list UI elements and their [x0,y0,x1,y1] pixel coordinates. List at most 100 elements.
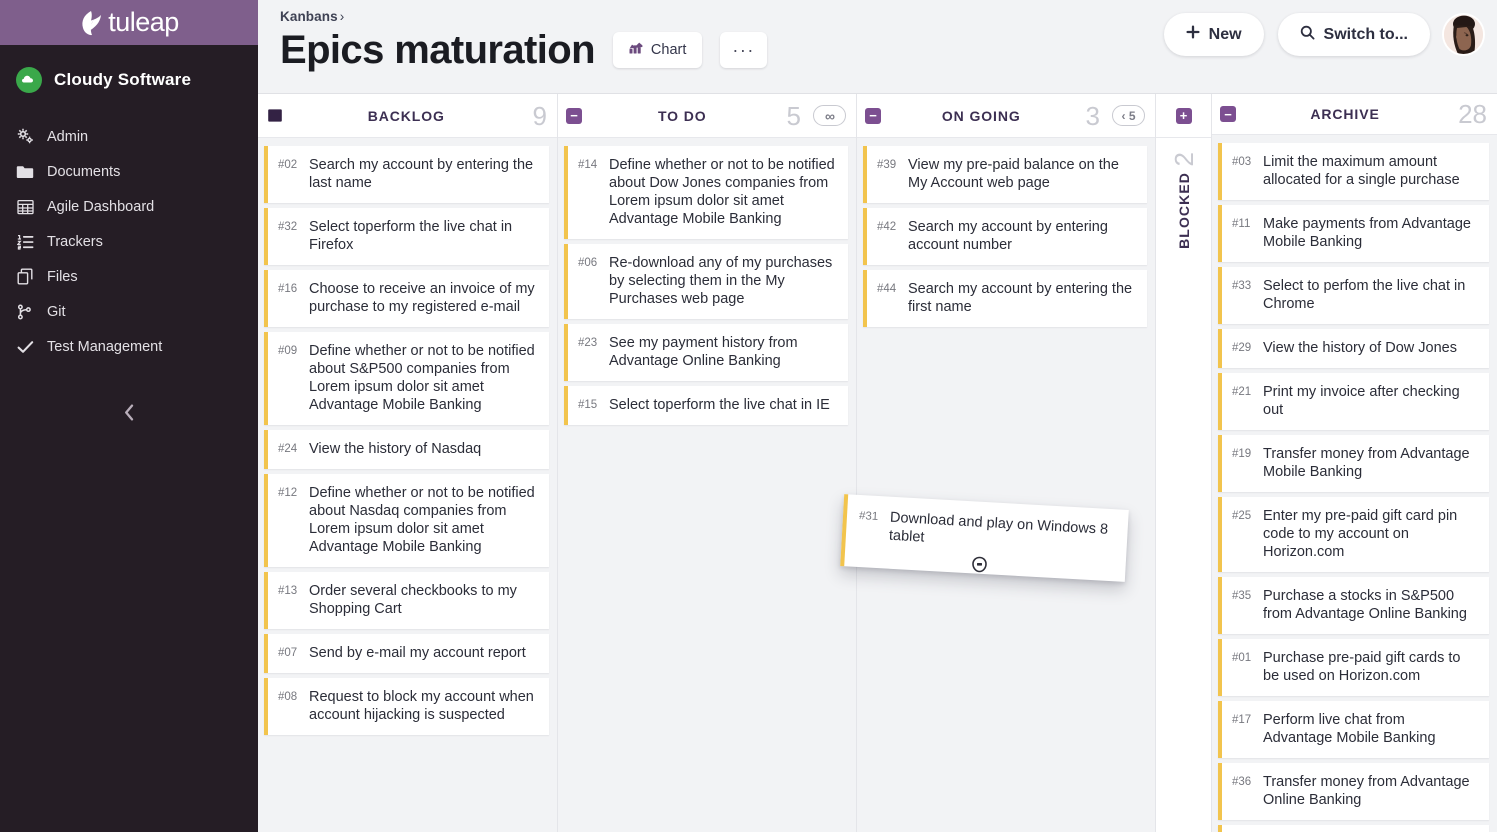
avatar[interactable] [1444,15,1483,54]
project-name: Cloudy Software [54,70,192,89]
more-options-button[interactable]: ··· [720,32,767,68]
card-id: #08 [278,690,298,703]
sidebar-collapse-button[interactable] [0,400,258,430]
column-collapsed-body: 2 BLOCKED [1156,138,1211,832]
card[interactable]: #36 Transfer money from Advantage Online … [1218,763,1489,821]
sidebar-item-label: Git [47,303,66,320]
card-title: Send by e-mail my account report [309,645,526,661]
card[interactable]: #19 Transfer money from Advantage Mobile … [1218,435,1489,493]
column-count: 9 [532,100,547,131]
column-header-archive[interactable]: − ARCHIVE 28 [1212,94,1497,136]
card-id: #01 [1232,651,1252,664]
card[interactable]: #33 Select to perfom the live chat in Chr… [1218,267,1489,325]
collapse-column-icon[interactable]: − [865,107,881,124]
card[interactable]: #39Perform live chat from Advantage Onli… [1218,825,1489,832]
tuleap-logo[interactable]: tuleap [79,9,179,36]
card[interactable]: #24 View the history of Nasdaq [264,430,549,469]
grid-icon [16,198,34,216]
sidebar-item-label: Agile Dashboard [47,198,155,215]
card[interactable]: #29 View the history of Dow Jones [1218,329,1489,369]
card-title: Transfer money from Advantage Online Ban… [1263,774,1470,809]
card-id: #35 [1232,589,1252,602]
new-button[interactable]: New [1163,13,1264,56]
card-id: #09 [278,344,298,357]
kanban-board: BACKLOG 9 #02 Search my account by enteri… [258,94,1497,832]
expand-column-icon[interactable]: + [1175,107,1192,124]
card-id: #21 [1232,385,1252,398]
switch-to-button[interactable]: Switch to... [1277,13,1430,56]
wip-limit-badge[interactable]: ‹ 5 [1112,105,1145,126]
card[interactable]: #01 Purchase pre-paid gift cards to be us… [1218,639,1489,697]
card[interactable]: #39 View my pre-paid balance on the My Ac… [863,146,1147,203]
sidebar: tuleap Cloudy Software Admin Documents A… [0,0,258,832]
card[interactable]: #06 Re-download any of my purchases by se… [564,244,848,319]
card-id: #06 [578,256,598,269]
card[interactable]: #32 Select toperform the live chat in Fir… [264,208,549,265]
sidebar-item-label: Files [47,268,78,285]
card-id: #19 [1232,447,1252,460]
column-blocked-collapsed[interactable]: + 2 BLOCKED [1156,94,1212,832]
card[interactable]: #09 Define whether or not to be notified … [264,332,549,425]
card[interactable]: #07 Send by e-mail my account report [264,634,549,673]
card[interactable]: #25 Enter my pre-paid gift card pin code … [1218,497,1489,573]
card-title: View the history of Nasdaq [309,441,482,457]
title-line: Epics maturation Chart ··· [280,26,767,74]
wip-limit-badge[interactable]: ∞ [813,105,846,126]
sidebar-item-files[interactable]: Files [0,259,258,294]
card-title: View the history of Dow Jones [1263,340,1457,357]
card[interactable]: #35 Purchase a stocks in S&P500 from Adva… [1218,577,1489,635]
card-id: #33 [1232,279,1252,292]
collapse-column-icon[interactable]: − [1220,106,1236,123]
card-id: #13 [278,584,298,597]
column-count: 3 [1085,100,1100,131]
card[interactable]: #15 Select toperform the live chat in IE [564,386,848,425]
card-title: Enter my pre-paid gift card pin code to … [1263,508,1458,561]
card[interactable]: #13 Order several checkbooks to my Shoppi… [264,572,549,629]
column-cards-todo: #14 Define whether or not to be notified … [558,138,856,832]
page-title: Epics maturation [280,28,596,72]
card-title: Re-download any of my purchases by selec… [609,255,833,307]
card[interactable]: #44 Search my account by entering the fir… [863,270,1147,327]
card[interactable]: #14 Define whether or not to be notified … [564,146,848,239]
breadcrumb-chevron: › [339,9,345,24]
chart-button[interactable]: Chart [612,32,703,68]
collapse-column-icon[interactable]: − [566,107,582,124]
card-id: #44 [877,282,897,295]
column-header-todo[interactable]: − TO DO 5 ∞ [558,94,856,138]
card-id: #11 [1232,217,1251,230]
card[interactable]: #42 Search my account by entering account… [863,208,1147,265]
card-title: Search my account by entering account nu… [908,219,1108,253]
card-id: #39 [877,158,897,171]
project-header[interactable]: Cloudy Software [0,45,258,115]
column-title: BLOCKED [1175,172,1192,250]
sidebar-item-label: Admin [47,128,89,145]
card[interactable]: #21 Print my invoice after checking out [1218,373,1489,431]
card-title: Choose to receive an invoice of my purch… [309,281,535,315]
card[interactable]: #08 Request to block my account when acco… [264,678,549,735]
card[interactable]: #17 Perform live chat from Advantage Mobi… [1218,701,1489,759]
column-header-blocked[interactable]: + [1156,94,1211,138]
card[interactable]: #11 Make payments from Advantage Mobile B… [1218,205,1489,263]
column-header-backlog[interactable]: BACKLOG 9 [258,94,557,138]
column-count: 2 [1168,152,1199,167]
column-cards-archive: #03 Limit the maximum amount allocated fo… [1212,135,1497,832]
card[interactable]: #03 Limit the maximum amount allocated fo… [1218,143,1489,201]
column-header-ongoing[interactable]: − ON GOING 3 ‹ 5 [857,94,1155,138]
sidebar-item-trackers[interactable]: Trackers [0,224,258,259]
sidebar-item-admin[interactable]: Admin [0,119,258,154]
card[interactable]: #16 Choose to receive an invoice of my pu… [264,270,549,327]
column-title: BACKLOG [367,107,445,124]
sidebar-item-agile-dashboard[interactable]: Agile Dashboard [0,189,258,224]
search-icon [1300,25,1315,45]
folder-icon [16,163,34,181]
sidebar-item-git[interactable]: Git [0,294,258,329]
plus-icon [1186,25,1200,44]
card[interactable]: #12 Define whether or not to be notified … [264,474,549,567]
sidebar-item-documents[interactable]: Documents [0,154,258,189]
card-title: Select toperform the live chat in IE [609,397,830,413]
sidebar-item-test-management[interactable]: Test Management [0,329,258,364]
card[interactable]: #02 Search my account by entering the las… [264,146,549,203]
card[interactable]: #23 See my payment history from Advantage… [564,324,848,381]
breadcrumb[interactable]: Kanbans › [280,9,767,24]
title-block: Kanbans › Epics maturation Chart ··· [280,9,767,74]
